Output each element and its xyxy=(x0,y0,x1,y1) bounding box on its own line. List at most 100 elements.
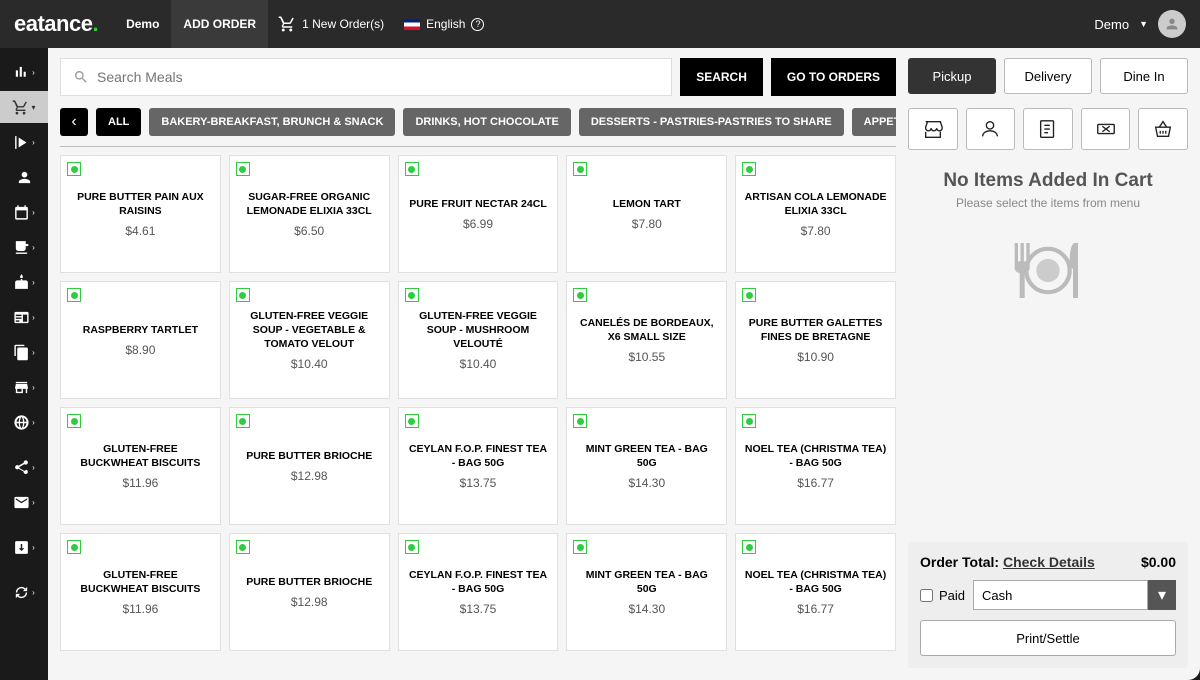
print-settle-button[interactable]: Print/Settle xyxy=(920,620,1176,656)
category-bakery-breakfast-bru[interactable]: BAKERY-BREAKFAST, BRUNCH & SNACK xyxy=(149,108,395,136)
sidebar-item-refresh[interactable]: › xyxy=(0,576,48,608)
product-card[interactable]: ARTISAN COLA LEMONADE ELIXIA 33CL$7.80 xyxy=(735,155,896,273)
product-card[interactable]: PURE FRUIT NECTAR 24CL $6.99 xyxy=(398,155,559,273)
action-basket[interactable] xyxy=(1138,108,1188,150)
product-card[interactable]: SUGAR-FREE ORGANIC LEMONADE ELIXIA 33CL $… xyxy=(229,155,390,273)
product-card[interactable]: NOEL TEA (CHRISTMA TEA) - BAG 50G$16.77 xyxy=(735,407,896,525)
sidebar-item-news[interactable]: › xyxy=(0,301,48,333)
product-card[interactable]: MINT GREEN TEA - BAG 50G$14.30 xyxy=(566,533,727,651)
product-price: $6.99 xyxy=(463,217,493,231)
search-input-wrapper[interactable] xyxy=(60,58,672,96)
person-icon xyxy=(979,118,1001,140)
product-price: $10.55 xyxy=(628,350,665,364)
sidebar-item-export[interactable]: › xyxy=(0,531,48,563)
sidebar-item-globe[interactable]: › xyxy=(0,406,48,438)
category-drinks-hot-chocolate[interactable]: DRINKS, HOT CHOCOLATE xyxy=(403,108,570,136)
veg-icon xyxy=(573,540,587,554)
product-card[interactable]: GLUTEN-FREE BUCKWHEAT BISCUITS$11.96 xyxy=(60,533,221,651)
sidebar-item-share[interactable]: › xyxy=(0,451,48,483)
product-price: $16.77 xyxy=(797,602,834,616)
product-card[interactable]: RASPBERRY TARTLET$8.90 xyxy=(60,281,221,399)
action-store[interactable] xyxy=(908,108,958,150)
order-total-value: $0.00 xyxy=(1141,554,1176,570)
check-details-link[interactable]: Check Details xyxy=(1003,554,1095,570)
sidebar-item-cup[interactable]: › xyxy=(0,231,48,263)
product-card[interactable]: CEYLAN F.O.P. FINEST TEA - BAG 50G $13.75 xyxy=(398,533,559,651)
veg-icon xyxy=(405,288,419,302)
language-selector[interactable]: English ? xyxy=(404,17,484,31)
sidebar-item-mail[interactable]: › xyxy=(0,486,48,518)
product-card[interactable]: NOEL TEA (CHRISTMA TEA) - BAG 50G$16.77 xyxy=(735,533,896,651)
product-name: CEYLAN F.O.P. FINEST TEA - BAG 50G xyxy=(407,568,550,596)
veg-icon xyxy=(573,414,587,428)
product-price: $4.61 xyxy=(125,224,155,238)
new-order-count: 1 New Order(s) xyxy=(302,17,384,31)
sidebar-item-store[interactable]: › xyxy=(0,371,48,403)
service-dinein[interactable]: Dine In xyxy=(1100,58,1188,94)
flag-icon xyxy=(404,19,420,30)
product-price: $10.40 xyxy=(460,357,497,371)
notes-icon xyxy=(1037,118,1059,140)
product-card[interactable]: PURE BUTTER GALETTES FINES DE BRETAGNE$1… xyxy=(735,281,896,399)
veg-icon xyxy=(742,288,756,302)
product-card[interactable]: MINT GREEN TEA - BAG 50G$14.30 xyxy=(566,407,727,525)
sidebar-item-cake[interactable]: › xyxy=(0,266,48,298)
product-name: PURE BUTTER BRIOCHE xyxy=(246,449,372,463)
category-prev[interactable]: ‹ xyxy=(60,108,88,136)
help-icon: ? xyxy=(471,18,484,31)
veg-icon xyxy=(67,540,81,554)
go-to-orders-button[interactable]: GO TO ORDERS xyxy=(771,58,896,96)
product-card[interactable]: GLUTEN-FREE BUCKWHEAT BISCUITS$11.96 xyxy=(60,407,221,525)
sidebar-item-analytics[interactable]: › xyxy=(0,56,48,88)
action-customer[interactable] xyxy=(966,108,1016,150)
product-name: GLUTEN-FREE VEGGIE SOUP - VEGETABLE & TO… xyxy=(238,309,381,352)
nav-add-order[interactable]: ADD ORDER xyxy=(171,0,268,48)
product-card[interactable]: PURE BUTTER BRIOCHE$12.98 xyxy=(229,407,390,525)
brand-logo: eatance. xyxy=(14,11,98,37)
sidebar-item-calendar[interactable]: › xyxy=(0,196,48,228)
product-card[interactable]: GLUTEN-FREE VEGGIE SOUP - VEGETABLE & TO… xyxy=(229,281,390,399)
product-name: MINT GREEN TEA - BAG 50G xyxy=(575,568,718,596)
new-order-link[interactable]: 1 New Order(s) xyxy=(278,15,384,33)
product-card[interactable]: LEMON TART$7.80 xyxy=(566,155,727,273)
category-appetizers[interactable]: APPETIZERS xyxy=(852,108,896,136)
sidebar-item-orders[interactable]: ▾ xyxy=(0,91,48,123)
category-all[interactable]: ALL xyxy=(96,108,141,136)
service-delivery[interactable]: Delivery xyxy=(1004,58,1092,94)
payment-method-select[interactable]: Cash ▾ xyxy=(973,580,1176,610)
paid-checkbox-label[interactable]: Paid xyxy=(920,588,965,603)
veg-icon xyxy=(236,414,250,428)
sidebar-item-users[interactable] xyxy=(0,161,48,193)
action-coupon[interactable] xyxy=(1081,108,1131,150)
action-notes[interactable] xyxy=(1023,108,1073,150)
product-price: $6.50 xyxy=(294,224,324,238)
search-input[interactable] xyxy=(97,69,659,85)
user-name[interactable]: Demo xyxy=(1094,17,1129,32)
product-card[interactable]: PURE BUTTER PAIN AUX RAISINS $4.61 xyxy=(60,155,221,273)
product-name: SUGAR-FREE ORGANIC LEMONADE ELIXIA 33CL xyxy=(238,190,381,218)
product-card[interactable]: CEYLAN F.O.P. FINEST TEA - BAG 50G$13.75 xyxy=(398,407,559,525)
product-card[interactable]: PURE BUTTER BRIOCHE$12.98 xyxy=(229,533,390,651)
product-name: PURE BUTTER PAIN AUX RAISINS xyxy=(69,190,212,218)
search-button[interactable]: SEARCH xyxy=(680,58,763,96)
paid-checkbox[interactable] xyxy=(920,589,933,602)
cart-icon xyxy=(278,15,296,33)
product-price: $10.40 xyxy=(291,357,328,371)
veg-icon xyxy=(573,162,587,176)
veg-icon xyxy=(236,162,250,176)
service-pickup[interactable]: Pickup xyxy=(908,58,996,94)
product-name: RASPBERRY TARTLET xyxy=(83,323,198,337)
veg-icon xyxy=(405,540,419,554)
product-card[interactable]: CANELÉS DE BORDEAUX, X6 SMALL SIZE$10.55 xyxy=(566,281,727,399)
product-name: PURE FRUIT NECTAR 24CL xyxy=(409,197,546,211)
avatar[interactable] xyxy=(1158,10,1186,38)
product-price: $13.75 xyxy=(460,602,497,616)
veg-icon xyxy=(742,540,756,554)
sidebar-item-copy[interactable]: › xyxy=(0,336,48,368)
category-desserts-pastries-pa[interactable]: DESSERTS - PASTRIES-PASTRIES TO SHARE xyxy=(579,108,844,136)
sidebar-item-menu[interactable]: › xyxy=(0,126,48,158)
chevron-down-icon: ▾ xyxy=(1148,580,1176,610)
product-price: $11.96 xyxy=(122,602,158,616)
nav-demo[interactable]: Demo xyxy=(114,0,171,48)
product-card[interactable]: GLUTEN-FREE VEGGIE SOUP - MUSHROOM VELOU… xyxy=(398,281,559,399)
